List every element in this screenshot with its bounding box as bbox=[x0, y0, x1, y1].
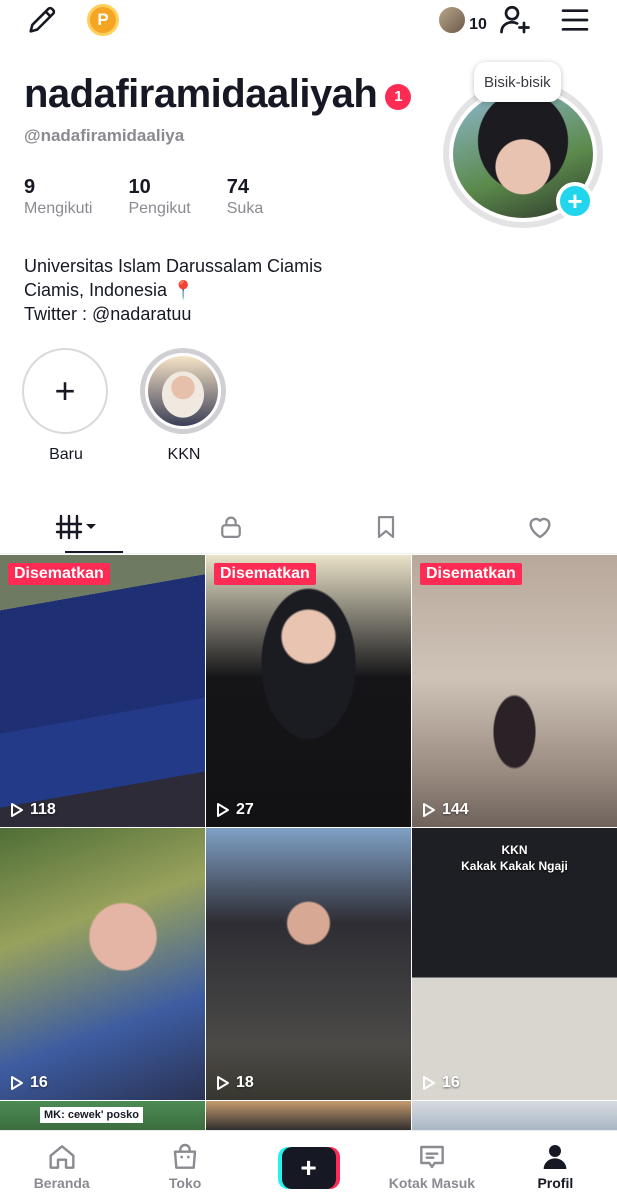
stat-following[interactable]: 9 Mengikuti bbox=[24, 176, 92, 218]
highlight-label: KKN bbox=[167, 446, 201, 463]
bottom-navigation: Beranda Toko + Kotak Masuk Profil bbox=[0, 1130, 617, 1200]
video-thumbnail[interactable] bbox=[412, 1101, 617, 1131]
video-thumbnail[interactable]: 18 bbox=[206, 828, 411, 1100]
username: nadafiramidaaliyah bbox=[24, 72, 378, 116]
view-count-value: 27 bbox=[236, 801, 254, 818]
nav-inbox-label: Kotak Masuk bbox=[388, 1175, 476, 1191]
friends-button[interactable]: 10 bbox=[436, 2, 488, 38]
view-count: 16 bbox=[422, 1074, 460, 1092]
top-bar: P 10 bbox=[0, 0, 617, 44]
profile-avatar[interactable]: + bbox=[443, 80, 605, 230]
video-thumbnail[interactable]: Disematkan 144 bbox=[412, 555, 617, 827]
tab-saved[interactable] bbox=[309, 500, 463, 553]
tab-videos[interactable] bbox=[0, 500, 154, 553]
view-count: 18 bbox=[216, 1074, 254, 1092]
nav-profile[interactable]: Profil bbox=[494, 1131, 617, 1200]
notification-badge[interactable]: 1 bbox=[385, 83, 412, 110]
stat-followers-value: 10 bbox=[128, 176, 151, 198]
coin-icon[interactable]: P bbox=[87, 4, 119, 36]
video-thumbnail[interactable] bbox=[206, 1101, 411, 1131]
nav-inbox[interactable]: Kotak Masuk bbox=[370, 1131, 493, 1200]
stat-followers-label: Pengikut bbox=[128, 200, 191, 217]
highlight-kkn-circle bbox=[140, 348, 226, 434]
stat-followers[interactable]: 10 Pengikut bbox=[128, 176, 190, 218]
view-count: 144 bbox=[422, 801, 469, 819]
stat-likes[interactable]: 74 Suka bbox=[227, 176, 263, 218]
video-overlay-text: MK: cewek' posko bbox=[40, 1107, 143, 1123]
view-count: 118 bbox=[10, 801, 56, 819]
bisik-bubble[interactable]: Bisik-bisik bbox=[474, 62, 561, 102]
video-thumbnail[interactable]: Disematkan 118 bbox=[0, 555, 205, 827]
username-row: nadafiramidaaliyah 1 bbox=[24, 72, 412, 117]
video-thumbnail[interactable]: Disematkan 27 bbox=[206, 555, 411, 827]
video-overlay-text: KKN Kakak Kakak Ngaji bbox=[461, 843, 568, 873]
nav-profile-label: Profil bbox=[537, 1175, 574, 1191]
view-count: 16 bbox=[10, 1074, 48, 1092]
view-count-value: 144 bbox=[442, 801, 469, 818]
nav-shop-label: Toko bbox=[168, 1175, 202, 1191]
friends-count: 10 bbox=[469, 16, 487, 33]
view-count-value: 118 bbox=[30, 801, 56, 818]
play-icon bbox=[423, 803, 435, 817]
video-thumbnail[interactable]: MK: cewek' posko bbox=[0, 1101, 205, 1131]
nav-create[interactable]: + bbox=[247, 1131, 370, 1200]
edit-pencil-icon[interactable] bbox=[24, 2, 60, 38]
menu-icon[interactable] bbox=[555, 0, 595, 40]
pinned-badge: Disematkan bbox=[420, 563, 522, 585]
shop-bag-icon bbox=[173, 1143, 197, 1169]
home-icon bbox=[49, 1145, 75, 1169]
bio-line: Universitas Islam Darussalam Ciamis bbox=[24, 256, 323, 276]
heart-icon bbox=[529, 517, 551, 538]
content-tabs bbox=[0, 500, 617, 554]
highlight-new-circle: + bbox=[22, 348, 108, 434]
video-thumbnail[interactable]: KKN Kakak Kakak Ngaji 16 bbox=[412, 828, 617, 1100]
play-icon bbox=[11, 1076, 23, 1090]
highlight-photo bbox=[148, 356, 218, 426]
stat-likes-value: 74 bbox=[226, 176, 249, 198]
videos-grid-icon bbox=[55, 514, 97, 539]
profile-icon bbox=[543, 1145, 567, 1169]
highlight-label: Baru bbox=[49, 446, 83, 463]
story-highlights: + Baru KKN bbox=[22, 348, 258, 464]
lock-icon bbox=[221, 516, 242, 538]
view-count-value: 16 bbox=[442, 1074, 460, 1091]
nav-home-label: Beranda bbox=[33, 1175, 90, 1191]
stat-following-label: Mengikuti bbox=[24, 200, 93, 217]
bookmark-icon bbox=[377, 515, 394, 538]
play-icon bbox=[217, 1076, 229, 1090]
stat-likes-label: Suka bbox=[226, 200, 264, 217]
stat-following-value: 9 bbox=[24, 176, 36, 198]
view-count-value: 16 bbox=[30, 1074, 48, 1091]
bio-line: Twitter : @nadaratuu bbox=[24, 304, 192, 324]
user-handle: @nadafiramidaaliya bbox=[24, 126, 185, 145]
pinned-badge: Disematkan bbox=[214, 563, 316, 585]
play-icon bbox=[217, 803, 229, 817]
video-grid: Disematkan 118 Disematkan 27 Disematkan … bbox=[0, 555, 617, 1131]
plus-icon: + bbox=[54, 370, 76, 411]
tab-private[interactable] bbox=[154, 500, 308, 553]
profile-bio: Universitas Islam Darussalam Ciamis Ciam… bbox=[24, 254, 322, 326]
nav-shop[interactable]: Toko bbox=[123, 1131, 246, 1200]
friend-avatar bbox=[437, 5, 468, 35]
profile-stats: 9 Mengikuti 10 Pengikut 74 Suka bbox=[24, 176, 299, 218]
play-icon bbox=[423, 1076, 435, 1090]
tab-liked[interactable] bbox=[463, 500, 617, 553]
play-icon bbox=[11, 803, 23, 817]
highlight-new[interactable]: + Baru bbox=[22, 348, 110, 464]
video-thumbnail[interactable]: 16 bbox=[0, 828, 205, 1100]
bio-line: Ciamis, Indonesia 📍 bbox=[24, 280, 195, 300]
inbox-icon bbox=[420, 1145, 444, 1169]
nav-home[interactable]: Beranda bbox=[0, 1131, 123, 1200]
view-count-value: 18 bbox=[236, 1074, 254, 1091]
view-count: 27 bbox=[216, 801, 254, 819]
highlight-kkn[interactable]: KKN bbox=[140, 348, 228, 464]
add-story-icon[interactable]: + bbox=[556, 182, 594, 220]
create-plus-icon: + bbox=[277, 1147, 340, 1189]
pinned-badge: Disematkan bbox=[8, 563, 110, 585]
add-friend-icon[interactable] bbox=[495, 0, 535, 40]
